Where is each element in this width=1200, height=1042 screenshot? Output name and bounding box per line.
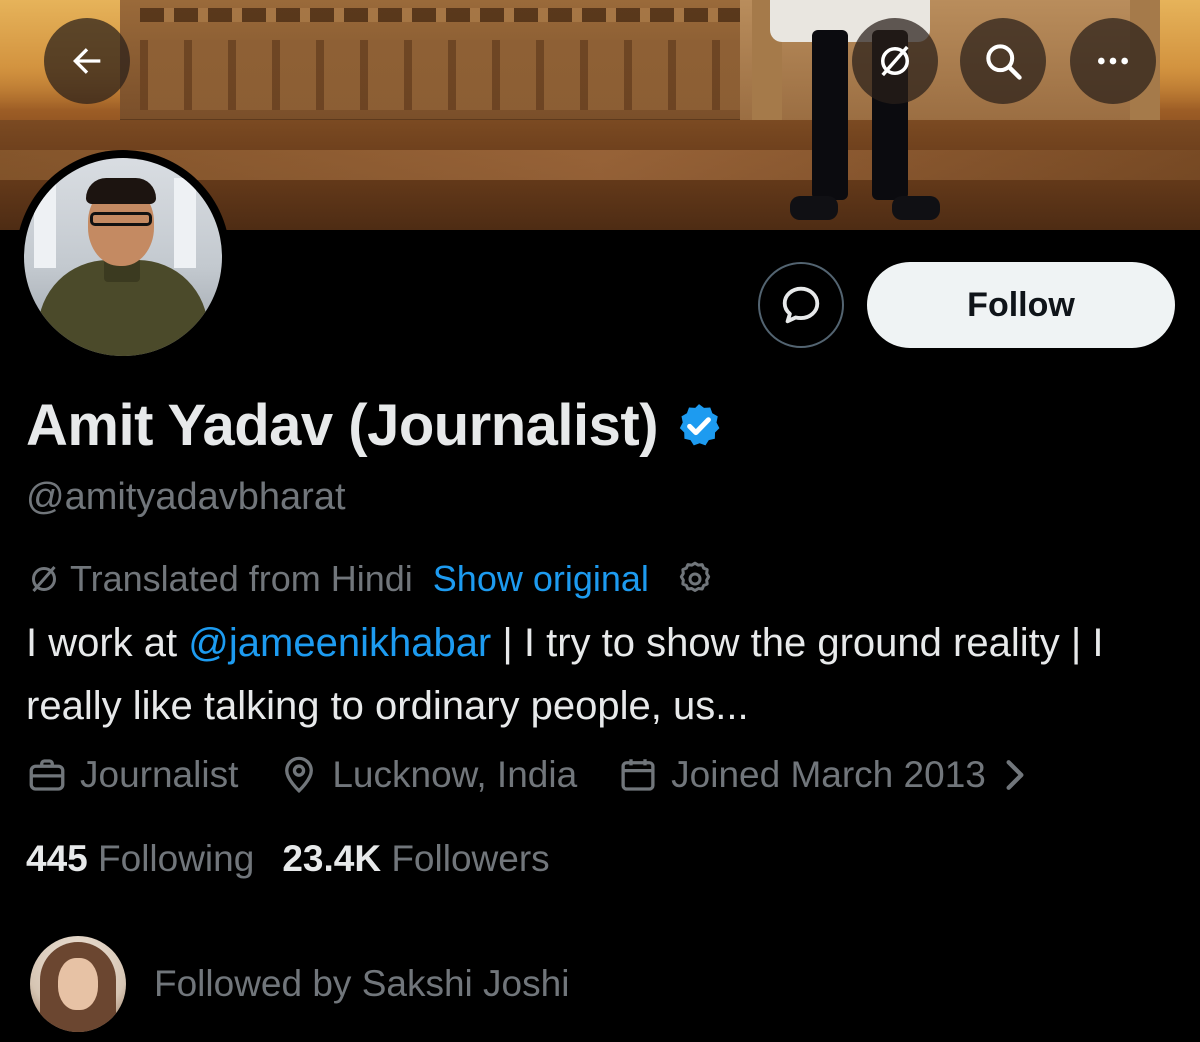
avatar-bg-window bbox=[34, 178, 56, 268]
followers-label: Followers bbox=[391, 838, 550, 879]
location-pin-icon bbox=[285, 756, 314, 794]
profile-name: Amit Yadav (Journalist) bbox=[26, 393, 659, 458]
followers-link[interactable]: 23.4K Followers bbox=[282, 838, 549, 880]
followed-by-text: Followed by Sakshi Joshi bbox=[154, 963, 570, 1004]
location-text: Lucknow, India bbox=[332, 754, 578, 795]
banner-fort-arches bbox=[140, 40, 740, 110]
profession-item: Journalist bbox=[26, 754, 238, 796]
following-count: 445 bbox=[26, 838, 88, 879]
profile-handle: @amityadavbharat bbox=[26, 476, 346, 518]
profile-avatar[interactable] bbox=[16, 150, 230, 364]
more-icon bbox=[1098, 57, 1128, 65]
banner-fort-windows bbox=[140, 8, 740, 22]
translate-button[interactable] bbox=[852, 18, 938, 104]
more-button[interactable] bbox=[1070, 18, 1156, 104]
translate-slash-icon bbox=[881, 45, 909, 77]
avatar-glasses bbox=[90, 212, 152, 226]
banner-person-shoe bbox=[790, 196, 838, 220]
message-icon bbox=[782, 286, 820, 324]
banner-person-shoe bbox=[892, 196, 940, 220]
followed-by-row[interactable]: Followed by Sakshi Joshi bbox=[30, 936, 569, 1032]
follow-button[interactable]: Follow bbox=[867, 262, 1175, 348]
chevron-right-icon bbox=[1006, 760, 1024, 790]
following-label: Following bbox=[98, 838, 255, 879]
avatar-photo bbox=[24, 158, 222, 356]
profile-bio: I work at @jameenikhabar | I try to show… bbox=[26, 612, 1176, 738]
followers-count: 23.4K bbox=[282, 838, 382, 879]
avatar-hair bbox=[86, 178, 156, 204]
back-button[interactable] bbox=[44, 18, 130, 104]
profile-name-row: Amit Yadav (Journalist) bbox=[26, 392, 724, 459]
message-button[interactable] bbox=[758, 262, 844, 348]
briefcase-icon bbox=[29, 759, 65, 791]
bio-mention-link[interactable]: @jameenikhabar bbox=[188, 621, 491, 665]
calendar-icon bbox=[621, 759, 655, 791]
joined-text: Joined March 2013 bbox=[671, 754, 986, 795]
profile-stats: 445 Following 23.4K Followers bbox=[26, 838, 578, 880]
avatar-bg-window bbox=[174, 178, 196, 268]
joined-item[interactable]: Joined March 2013 bbox=[617, 754, 1040, 796]
follower-avatar[interactable] bbox=[30, 936, 126, 1032]
search-button[interactable] bbox=[960, 18, 1046, 104]
gear-icon[interactable] bbox=[675, 559, 715, 599]
profile-meta-row: Journalist Lucknow, India Joined March 2… bbox=[26, 754, 1040, 796]
show-original-link[interactable]: Show original bbox=[433, 558, 649, 600]
search-icon bbox=[986, 44, 1022, 80]
banner-person-leg bbox=[812, 30, 848, 200]
verified-badge-icon[interactable] bbox=[674, 401, 724, 451]
profession-text: Journalist bbox=[80, 754, 239, 795]
translate-slash-icon bbox=[32, 566, 56, 592]
bio-text: I work at bbox=[26, 621, 189, 665]
translation-notice: Translated from Hindi bbox=[70, 558, 413, 599]
translation-row: Translated from Hindi Show original bbox=[26, 558, 715, 600]
following-link[interactable]: 445 Following bbox=[26, 838, 254, 880]
follower-avatar-face bbox=[58, 958, 98, 1010]
location-item: Lucknow, India bbox=[278, 754, 577, 796]
arrow-left-icon bbox=[73, 48, 101, 74]
